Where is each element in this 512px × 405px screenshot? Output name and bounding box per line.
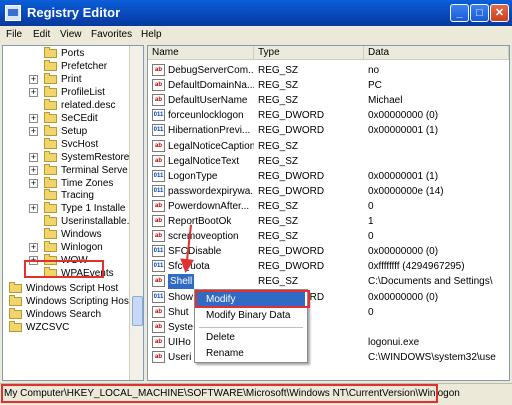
annotation-arrow [180, 224, 195, 273]
arrow-to-shell [180, 224, 195, 273]
